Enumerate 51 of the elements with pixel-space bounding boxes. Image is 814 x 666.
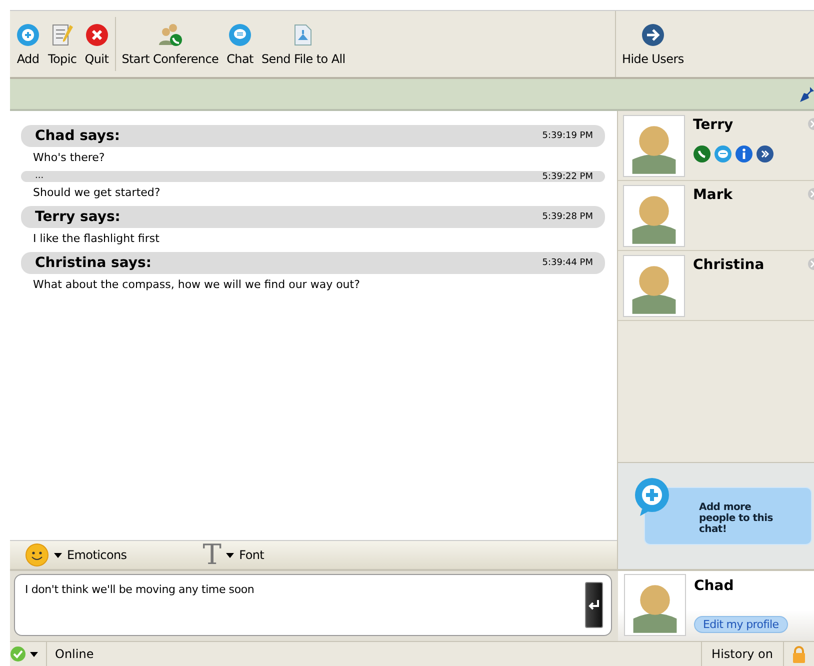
more-icon[interactable]	[756, 145, 774, 163]
phone-icon[interactable]	[693, 145, 711, 163]
sender-name: Chad says:	[35, 128, 120, 144]
avatar-icon	[623, 115, 685, 177]
hide-button[interactable]: Hide Users	[618, 18, 688, 70]
status-text: Online	[54, 647, 95, 661]
sender-name: Terry says:	[35, 209, 120, 225]
ellipsis-text: ...	[35, 172, 44, 181]
chat-button[interactable]: Chat	[222, 18, 258, 70]
user-name: Terry	[693, 117, 734, 133]
info-icon[interactable]	[735, 145, 753, 163]
add-icon	[16, 22, 40, 46]
smiley-icon	[25, 543, 49, 567]
topic-button[interactable]: Topic	[44, 18, 81, 70]
add-button[interactable]: Add	[12, 18, 44, 70]
avatar-icon	[623, 255, 685, 317]
message-time: 5:39:28 PM	[542, 212, 593, 222]
message-text: Should we get started?	[32, 185, 162, 201]
message-time: 5:39:44 PM	[542, 258, 593, 268]
edit-profile-link[interactable]: Edit my profile	[694, 616, 788, 633]
message-time: 5:39:22 PM	[542, 172, 593, 182]
send-button[interactable]	[585, 582, 603, 628]
avatar-icon	[623, 185, 685, 247]
online-check-icon	[10, 646, 26, 662]
add-bubble-icon	[634, 477, 670, 517]
message-input[interactable]: I don't think we'll be moving any time soon	[25, 583, 585, 596]
font-button[interactable]: T Font	[202, 543, 264, 567]
enter-icon	[588, 599, 600, 611]
speech-bubble-icon	[228, 22, 252, 46]
user-name: Mark	[693, 187, 733, 203]
pin-icon[interactable]	[800, 86, 814, 102]
history-status: History on	[700, 642, 784, 666]
message-text: What about the compass, how we will we find our way out?	[32, 277, 361, 293]
status-menu-button[interactable]	[10, 642, 47, 666]
file-button[interactable]: Send File to All	[257, 18, 350, 70]
chat-icon[interactable]	[714, 145, 732, 163]
quit-button[interactable]: Quit	[80, 18, 113, 70]
profile-name: Chad	[694, 578, 735, 596]
message-text: Who's there?	[32, 150, 106, 166]
emoticons-button[interactable]: Emoticons	[25, 543, 127, 567]
close-icon	[84, 22, 109, 46]
conference-button[interactable]: Start Conference	[118, 18, 223, 70]
sender-name: Christina says:	[35, 255, 152, 271]
message-text: I like the flashlight first	[32, 231, 160, 247]
lock-icon	[792, 645, 806, 663]
add-people-button[interactable]: Add more people to this chat!	[644, 487, 812, 545]
people-phone-icon	[156, 22, 184, 46]
user-name: Christina	[693, 257, 764, 273]
avatar-icon	[624, 574, 686, 636]
message-time: 5:39:19 PM	[542, 131, 593, 141]
notepad-icon	[50, 22, 74, 46]
